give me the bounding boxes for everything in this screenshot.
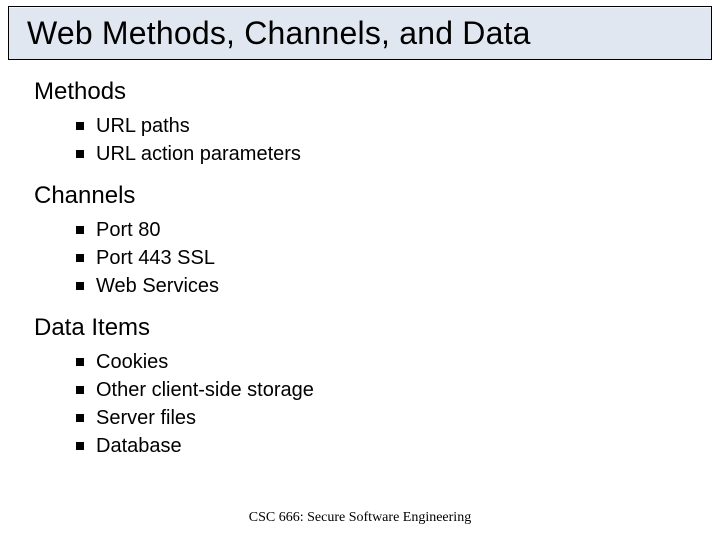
title-bar: Web Methods, Channels, and Data <box>8 6 712 60</box>
list-item: Web Services <box>76 272 690 300</box>
slide-footer: CSC 666: Secure Software Engineering <box>0 510 720 526</box>
list-item: URL action parameters <box>76 140 690 168</box>
bullet-list-methods: URL paths URL action parameters <box>34 112 690 168</box>
list-item: URL paths <box>76 112 690 140</box>
section-heading-channels: Channels <box>34 182 690 210</box>
list-item: Cookies <box>76 348 690 376</box>
list-item: Port 80 <box>76 216 690 244</box>
list-item: Other client-side storage <box>76 376 690 404</box>
list-item: Database <box>76 432 690 460</box>
section-heading-data-items: Data Items <box>34 314 690 342</box>
list-item: Port 443 SSL <box>76 244 690 272</box>
list-item: Server files <box>76 404 690 432</box>
slide: Web Methods, Channels, and Data Methods … <box>0 0 720 540</box>
slide-title: Web Methods, Channels, and Data <box>27 15 531 52</box>
section-heading-methods: Methods <box>34 78 690 106</box>
bullet-list-data-items: Cookies Other client-side storage Server… <box>34 348 690 460</box>
slide-content: Methods URL paths URL action parameters … <box>34 78 690 474</box>
bullet-list-channels: Port 80 Port 443 SSL Web Services <box>34 216 690 300</box>
